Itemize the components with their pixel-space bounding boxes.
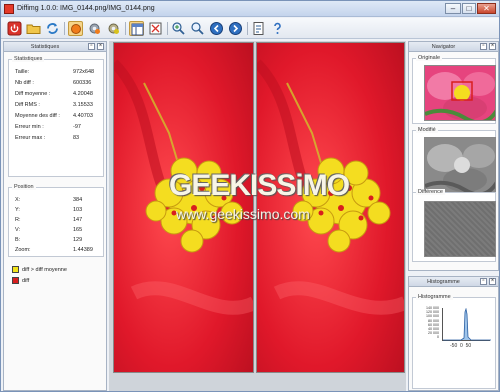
maximize-button[interactable]: □ [462,3,476,14]
panel-float-icon[interactable]: ▫ [480,43,487,50]
position-row: B: 129 [15,237,83,243]
panel-close-icon[interactable]: × [489,43,496,50]
histogram-plot [442,308,491,341]
stat-row: Moyenne des diff :4.40703 [15,113,93,119]
help-icon[interactable] [270,21,285,36]
position-row: Y: 103 [15,207,83,213]
red-swatch-icon [12,277,19,284]
position-row: X: 384 [15,197,83,203]
navigator-original-group: Originale [412,55,496,124]
gear-icon[interactable] [87,21,102,36]
histogram-panel-header: Histogramme ▫ × [409,277,498,287]
histogram-x-axis: -50 0 50 [450,343,472,349]
stat-row: Nb diff :600336 [15,80,92,86]
navigator-modified-group: Modifié [412,127,496,196]
power-icon[interactable] [7,21,22,36]
original-thumbnail[interactable] [424,65,496,121]
layout-icon[interactable] [129,21,144,36]
histogram-panel: Histogramme ▫ × Histogramme 140 000 120 … [408,276,499,391]
window-title: Diffimg 1.0.0: IMG_0144.png/IMG_0144.png [17,5,155,12]
panel-close-icon[interactable]: × [97,43,104,50]
watermark-brand: GEEKISSiMO [169,169,350,202]
open-folder-icon[interactable] [26,21,41,36]
position-row: Zoom: 1.44389 [15,247,93,253]
stat-row: Erreur min : -97 [15,124,81,130]
panel-float-icon[interactable]: ▫ [480,278,487,285]
close-button[interactable]: ✕ [477,3,496,14]
stat-row: Diff RMS :3.15533 [15,102,93,108]
stat-row: Erreur max :83 [15,135,80,141]
navigator-panel: Navigator ▫ × Originale Modifié Différen… [408,41,499,271]
minimize-button[interactable]: – [445,3,461,14]
app-logo-icon [4,4,14,14]
legend-item-above-mean: diff > diff moyenne [12,266,67,273]
histogram-chart: 140 000 120 000 100 000 80 000 60 000 40… [415,306,493,386]
app-window: Diffimg 1.0.0: IMG_0144.png/IMG_0144.png… [0,0,500,392]
position-group: Position X: 384 Y: 103 R: 147 V: 165 B: 129 Z… [8,184,104,257]
position-row: R: 147 [15,217,83,223]
histogram-curve [443,308,491,341]
previous-icon[interactable] [209,21,224,36]
checklist-icon[interactable] [251,21,266,36]
modified-thumbnail[interactable] [424,137,496,193]
watermark-url: www.geekissimo.com [176,206,310,222]
statistics-panel-header: Statistiques ▫ × [4,42,106,52]
zoom-icon[interactable] [190,21,205,36]
panel-float-icon[interactable]: ▫ [88,43,95,50]
title-bar: Diffimg 1.0.0: IMG_0144.png/IMG_0144.png… [1,1,499,17]
histogram-y-axis: 140 000 120 000 100 000 80 000 60 000 40… [426,306,439,340]
yellow-swatch-icon [12,266,19,273]
stat-row: Diff moyenne :4.20048 [15,91,93,97]
settings-gear-icon[interactable] [106,21,121,36]
zoom-fit-icon[interactable] [171,21,186,36]
statistics-panel: Statistiques ▫ × Statistiques Taille: 972… [3,41,107,391]
compare-icon[interactable] [148,21,163,36]
histogram-group: Histogramme 140 000 120 000 100 000 80 0… [412,294,496,389]
navigator-difference-group: Différence [412,189,496,262]
stat-row: Taille: 972x648 [15,69,95,75]
next-icon[interactable] [228,21,243,36]
statistics-group: Statistiques Taille: 972x648 Nb diff :600… [8,56,104,177]
position-row: V: 165 [15,227,83,233]
orange-circle-icon[interactable] [68,21,83,36]
toolbar [1,18,499,39]
navigator-panel-header: Navigator ▫ × [409,42,498,52]
refresh-icon[interactable] [45,21,60,36]
legend-item-diff: diff [12,277,29,284]
difference-thumbnail[interactable] [424,201,496,257]
panel-close-icon[interactable]: × [489,278,496,285]
